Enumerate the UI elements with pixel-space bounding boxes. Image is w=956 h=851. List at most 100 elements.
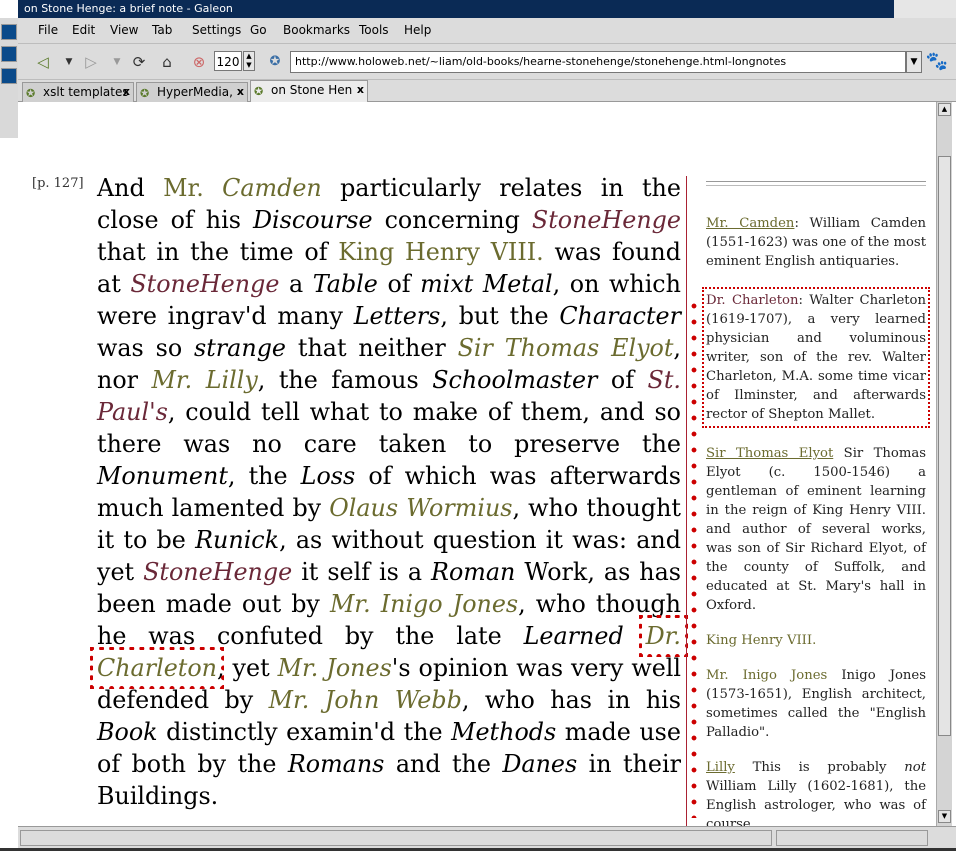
tab-xslt-templates[interactable]: ✪ xslt templates x xyxy=(22,82,134,102)
stop-icon[interactable]: ⊗ xyxy=(188,51,210,73)
link-stonehenge[interactable]: StoneHenge xyxy=(532,206,681,234)
note-text: : Walter Charleton (1619-1707), a very l… xyxy=(706,293,926,422)
menu-help[interactable]: Help xyxy=(404,23,431,37)
tab-bar: ✪ xslt templates x ✪ HyperMedia, x ✪ on … xyxy=(18,80,956,102)
text-run: strange xyxy=(194,334,287,362)
menu-go[interactable]: Go xyxy=(250,23,267,37)
tab-favicon-icon: ✪ xyxy=(254,85,264,98)
note-link[interactable]: Mr. Inigo Jones xyxy=(706,668,827,683)
scroll-down-arrow-icon[interactable]: ▼ xyxy=(938,810,951,823)
note-king-henry: King Henry VIII. xyxy=(706,631,926,650)
text-run: and the xyxy=(395,750,491,778)
link-mr-camden[interactable]: Mr. Camden xyxy=(163,174,322,202)
page-marker: [p. 127] xyxy=(32,176,84,191)
reload-icon[interactable]: ⟳ xyxy=(128,51,150,73)
zoom-stepper[interactable]: ▲ ▼ xyxy=(243,51,255,71)
status-message xyxy=(20,830,772,846)
main-paragraph: And Mr. Camden particularly relates in t… xyxy=(90,172,688,812)
focus-connector-dots xyxy=(689,298,699,818)
note-elyot: Sir Thomas Elyot Sir Thomas Elyot (c. 15… xyxy=(706,444,926,615)
tab-favicon-icon: ✪ xyxy=(140,87,150,100)
text-run: Character xyxy=(559,302,681,330)
column-divider xyxy=(686,176,687,826)
note-inigo-jones: Mr. Inigo Jones Inigo Jones (1573-1651),… xyxy=(706,666,926,742)
text-run: Letters xyxy=(353,302,441,330)
link-sir-thomas-elyot[interactable]: Sir Thomas Elyot xyxy=(458,334,674,362)
text-run: concerning xyxy=(384,206,520,234)
note-link[interactable]: Sir Thomas Elyot xyxy=(706,446,833,461)
menu-settings[interactable]: Settings xyxy=(192,23,241,37)
navigation-toolbar: ◁ ▼ ▷ ▼ ⟳ ⌂ ⊗ 120 ▲ ▼ ✪ http://www.holowe… xyxy=(18,44,956,80)
close-window-icon[interactable] xyxy=(1,24,17,40)
text-run: Runick xyxy=(195,526,280,554)
notes-sidebar: Mr. Camden: William Camden (1551-1623) w… xyxy=(702,178,930,826)
text-run: Discourse xyxy=(252,206,373,234)
menu-tools[interactable]: Tools xyxy=(359,23,389,37)
text-run: of xyxy=(610,366,635,394)
vertical-scrollbar[interactable]: ▲ ▼ xyxy=(936,102,952,826)
menu-tab[interactable]: Tab xyxy=(152,23,172,37)
note-camden: Mr. Camden: William Camden (1551-1623) w… xyxy=(706,214,926,271)
text-run: a xyxy=(288,270,304,298)
url-input[interactable]: http://www.holoweb.net/~liam/old-books/h… xyxy=(290,51,906,73)
tab-close-icon[interactable]: x xyxy=(237,83,244,101)
note-link[interactable]: Dr. Charleton xyxy=(706,293,798,308)
tab-close-icon[interactable]: x xyxy=(123,83,130,101)
tab-favicon-icon: ✪ xyxy=(26,87,36,100)
note-link[interactable]: King Henry VIII. xyxy=(706,633,816,648)
site-favicon-icon: ✪ xyxy=(269,54,281,69)
zoom-input[interactable]: 120 xyxy=(214,51,242,71)
tab-on-stone-henge[interactable]: ✪ on Stone Hen x xyxy=(250,80,368,102)
note-text-emphasis: not xyxy=(904,760,926,775)
text-run: Book xyxy=(97,718,158,746)
page-content: [p. 127] And Mr. Camden particularly rel… xyxy=(18,102,936,826)
home-icon[interactable]: ⌂ xyxy=(156,51,178,73)
back-history-dropdown-icon[interactable]: ▼ xyxy=(58,51,80,73)
link-mr-inigo-jones[interactable]: Mr. Inigo Jones xyxy=(330,590,518,618)
note-text: This is probably xyxy=(734,760,905,775)
text-run: Romans xyxy=(287,750,385,778)
menu-bar: File Edit View Tab Settings Go Bookmarks… xyxy=(18,18,956,44)
link-olaus-wormius[interactable]: Olaus Wormius xyxy=(329,494,512,522)
text-run: distinctly examin'd the xyxy=(166,718,443,746)
link-king-henry[interactable]: King Henry VIII. xyxy=(338,238,543,266)
url-history-dropdown-icon[interactable]: ▼ xyxy=(906,51,922,73)
text-run: , who has in his xyxy=(461,686,681,714)
tab-close-icon[interactable]: x xyxy=(357,81,364,99)
text-run: , yet xyxy=(217,654,270,682)
titlebar-buttons-area xyxy=(894,0,956,18)
text-run: it self is a xyxy=(301,558,423,586)
forward-history-dropdown-icon[interactable]: ▼ xyxy=(106,51,128,73)
menu-file[interactable]: File xyxy=(38,23,58,37)
link-mr-jones[interactable]: Mr. Jones xyxy=(278,654,392,682)
scrollbar-thumb[interactable] xyxy=(938,156,951,736)
note-charleton: Dr. Charleton: Walter Charleton (1619-17… xyxy=(702,287,930,428)
link-mr-lilly[interactable]: Mr. Lilly xyxy=(152,366,258,394)
text-run: Schoolmaster xyxy=(432,366,598,394)
text-run: that in the time of xyxy=(97,238,328,266)
text-run: Loss xyxy=(300,462,356,490)
note-link[interactable]: Lilly xyxy=(706,760,735,775)
scroll-up-arrow-icon[interactable]: ▲ xyxy=(938,103,951,116)
desktop-app-icon[interactable] xyxy=(1,46,17,62)
back-arrow-icon[interactable]: ◁ xyxy=(32,51,54,73)
menu-bookmarks[interactable]: Bookmarks xyxy=(283,23,350,37)
link-mr-john-webb[interactable]: Mr. John Webb xyxy=(269,686,462,714)
text-run: Methods xyxy=(451,718,557,746)
text-run: Table xyxy=(312,270,378,298)
tab-hypermedia[interactable]: ✪ HyperMedia, x xyxy=(136,82,248,102)
status-bar xyxy=(18,826,956,848)
menu-view[interactable]: View xyxy=(110,23,138,37)
link-stonehenge[interactable]: StoneHenge xyxy=(130,270,279,298)
note-link[interactable]: Mr. Camden xyxy=(706,216,794,231)
forward-arrow-icon[interactable]: ▷ xyxy=(80,51,102,73)
menu-edit[interactable]: Edit xyxy=(72,23,95,37)
link-stonehenge[interactable]: StoneHenge xyxy=(143,558,292,586)
desktop-app-icon[interactable] xyxy=(1,68,17,84)
text-run: , the xyxy=(227,462,288,490)
text-run: Monument xyxy=(97,462,228,490)
text-run: , but the xyxy=(440,302,549,330)
text-run: that neither xyxy=(297,334,446,362)
window-title: on Stone Henge: a brief note - Galeon xyxy=(24,2,233,15)
window-titlebar[interactable]: on Stone Henge: a brief note - Galeon xyxy=(18,0,894,18)
